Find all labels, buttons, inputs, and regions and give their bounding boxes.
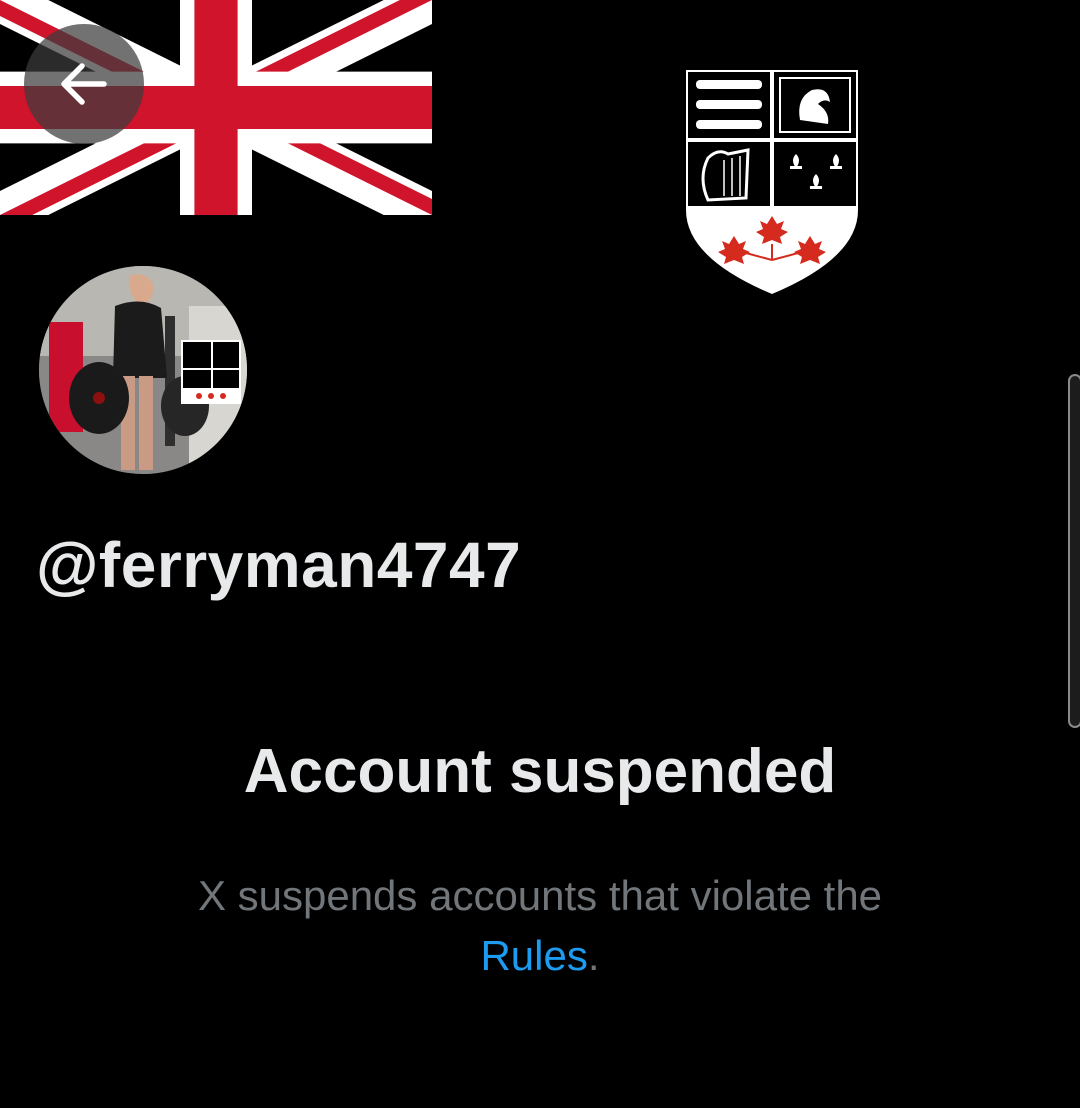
avatar[interactable] bbox=[37, 264, 249, 476]
description-period: . bbox=[587, 932, 600, 979]
rules-link[interactable]: Rules bbox=[480, 932, 587, 979]
suspension-description: X suspends accounts that violate the Rul… bbox=[140, 866, 940, 986]
suspension-description-text: X suspends accounts that violate the bbox=[197, 872, 883, 919]
avatar-photo bbox=[39, 266, 247, 474]
back-button[interactable] bbox=[24, 24, 144, 144]
profile-banner bbox=[0, 0, 1080, 294]
profile-handle: @ferryman4747 bbox=[36, 529, 522, 601]
scrollbar-thumb[interactable] bbox=[1068, 374, 1080, 728]
arrow-left-icon bbox=[61, 63, 107, 105]
suspension-title: Account suspended bbox=[243, 737, 837, 806]
coat-of-arms-crest bbox=[686, 70, 858, 294]
